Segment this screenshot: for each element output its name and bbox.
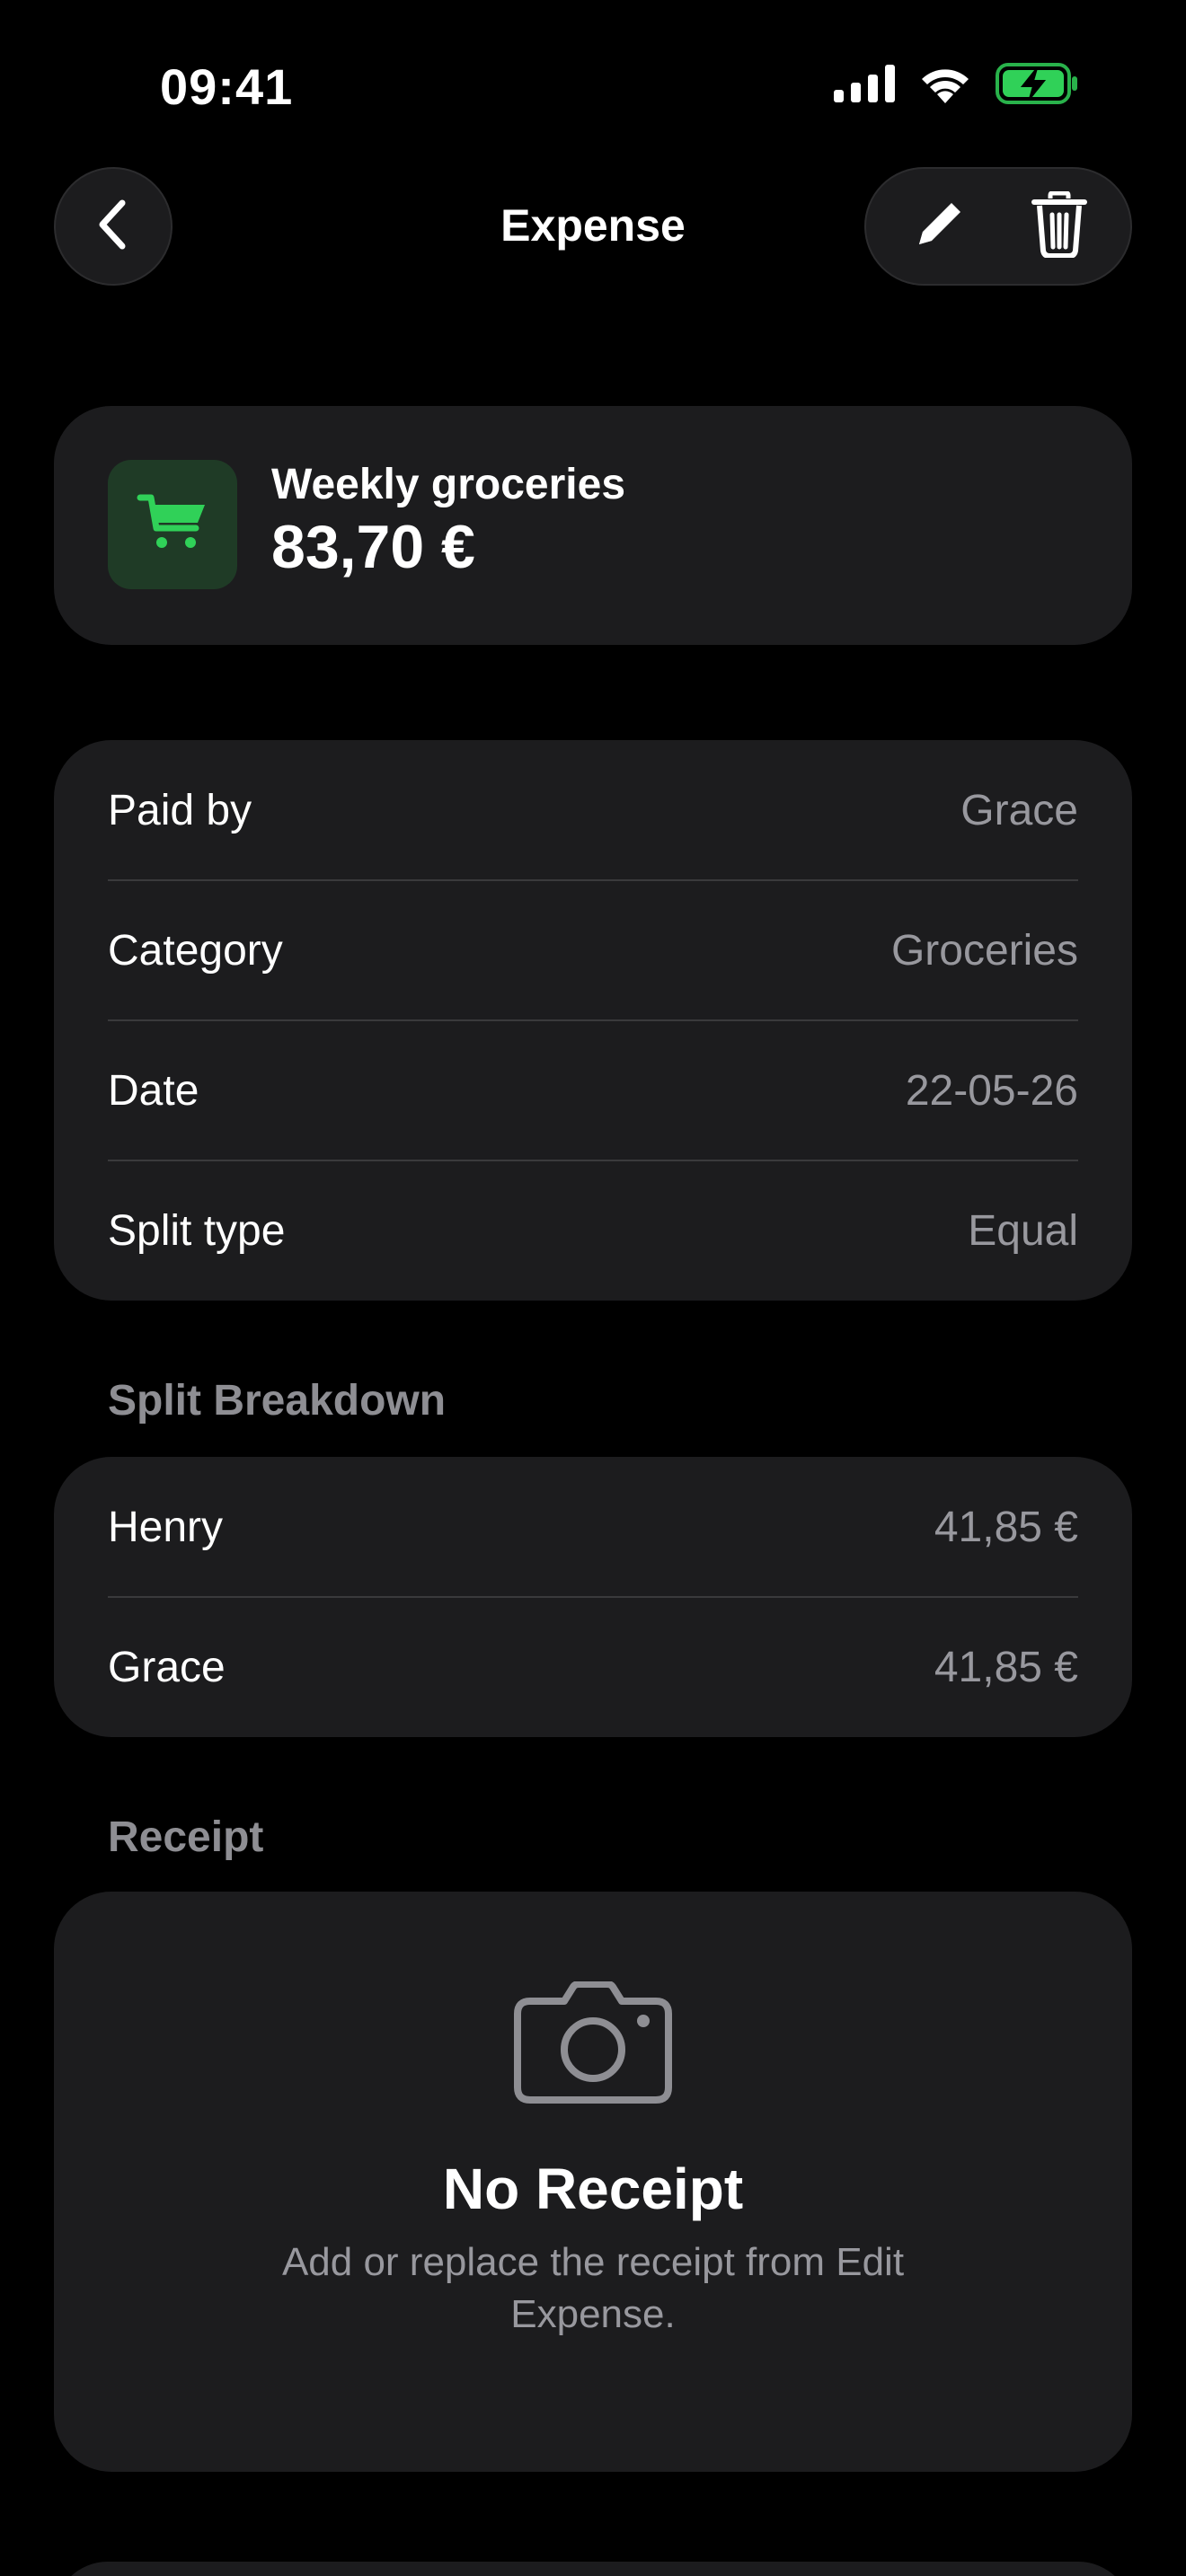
split-member-name: Grace	[108, 1643, 226, 1691]
receipt-empty-title: No Receipt	[442, 2157, 744, 2221]
split-row: Henry 41,85 €	[108, 1457, 1078, 1597]
split-member-amount: 41,85 €	[934, 1503, 1078, 1551]
status-time: 09:41	[160, 58, 294, 115]
status-icons	[834, 62, 1078, 109]
expense-summary-card: Weekly groceries 83,70 €	[54, 406, 1132, 645]
nav-header: Expense	[0, 167, 1186, 286]
receipt-card: No Receipt Add or replace the receipt fr…	[54, 1892, 1132, 2472]
detail-value: 22-05-26	[905, 1066, 1078, 1115]
delete-button[interactable]	[1019, 186, 1100, 267]
expense-title: Weekly groceries	[271, 461, 626, 508]
cellular-signal-icon	[834, 64, 895, 107]
expense-details-card: Paid by Grace Category Groceries Date 22…	[54, 740, 1132, 1301]
battery-charging-icon	[996, 62, 1078, 109]
receipt-empty-description: Add or replace the receipt from Edit Exp…	[281, 2240, 905, 2336]
detail-row-date: Date 22-05-26	[108, 1020, 1078, 1160]
detail-row-split-type: Split type Equal	[108, 1160, 1078, 1301]
camera-icon	[514, 1981, 672, 2108]
detail-label: Split type	[108, 1206, 286, 1255]
split-member-name: Henry	[108, 1503, 224, 1551]
pencil-icon	[910, 196, 968, 258]
receipt-header: Receipt	[108, 1813, 264, 1861]
expense-amount: 83,70 €	[271, 513, 475, 581]
category-icon-tile	[108, 460, 237, 589]
status-bar: 09:41	[0, 0, 1186, 171]
split-breakdown-header: Split Breakdown	[108, 1377, 447, 1425]
detail-row-paid-by: Paid by Grace	[108, 740, 1078, 880]
receipt-camera-wrap	[54, 1981, 1132, 2108]
shopping-cart-icon	[137, 490, 208, 560]
expense-detail-screen: 09:41 Expense Weekly groceries 83,70 € P…	[0, 0, 1186, 2576]
detail-row-category: Category Groceries	[108, 880, 1078, 1020]
detail-value: Grace	[960, 786, 1078, 834]
wifi-icon	[918, 64, 972, 108]
next-section-card	[54, 2562, 1132, 2576]
trash-icon	[1031, 190, 1088, 262]
detail-value: Equal	[968, 1206, 1078, 1255]
detail-value: Groceries	[890, 926, 1078, 975]
detail-label: Paid by	[108, 786, 252, 834]
split-breakdown-card: Henry 41,85 € Grace 41,85 €	[54, 1457, 1132, 1737]
detail-label: Date	[108, 1066, 199, 1115]
detail-label: Category	[108, 926, 283, 975]
edit-button[interactable]	[898, 186, 979, 267]
action-pill	[864, 167, 1132, 286]
split-row: Grace 41,85 €	[108, 1597, 1078, 1737]
split-member-amount: 41,85 €	[934, 1643, 1078, 1691]
